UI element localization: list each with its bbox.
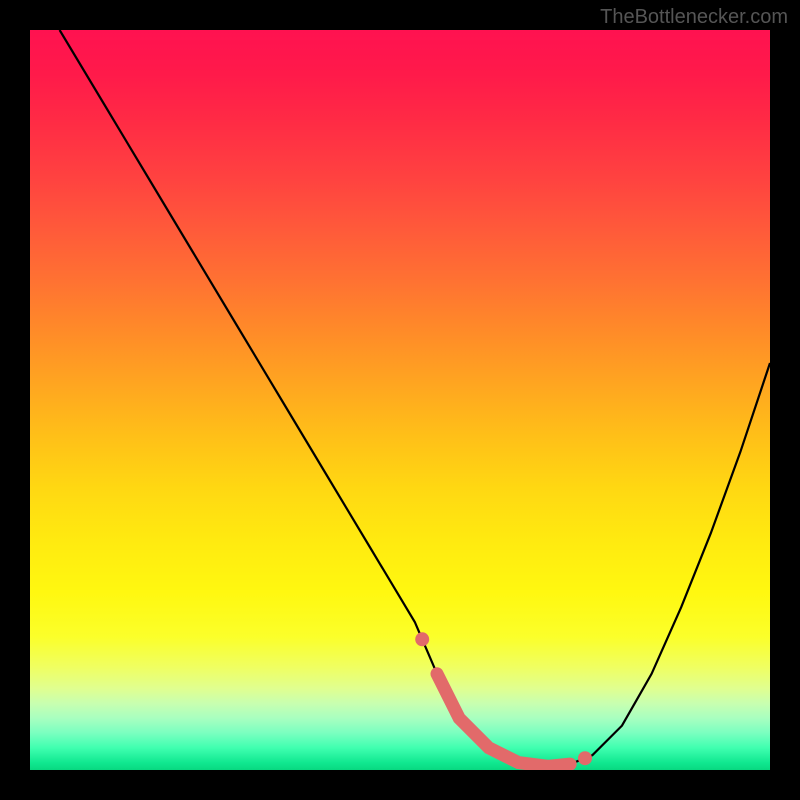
highlight-region-stroke xyxy=(437,674,570,767)
bottleneck-curve-line xyxy=(60,30,770,766)
chart-svg xyxy=(30,30,770,770)
chart-plot-area xyxy=(30,30,770,770)
attribution-text: TheBottlenecker.com xyxy=(600,6,788,29)
highlight-dot-left xyxy=(415,632,429,646)
highlight-dot-right xyxy=(578,751,592,765)
